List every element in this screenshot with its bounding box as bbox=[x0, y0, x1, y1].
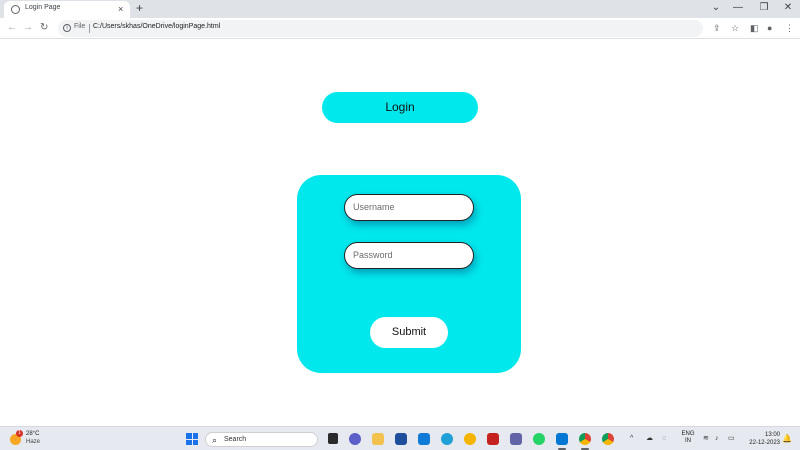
menu-kebab-icon[interactable]: ⋮ bbox=[785, 23, 794, 33]
battery-icon[interactable]: ▭ bbox=[728, 434, 735, 444]
file-explorer-icon[interactable] bbox=[372, 433, 384, 445]
info-icon[interactable]: i bbox=[63, 24, 71, 32]
language-code: ENG bbox=[681, 431, 695, 437]
submit-button[interactable]: Submit bbox=[370, 317, 448, 348]
task-view-icon[interactable] bbox=[328, 433, 338, 444]
reload-button[interactable]: ↻ bbox=[40, 22, 48, 34]
norton-icon[interactable] bbox=[464, 433, 476, 445]
globe-icon bbox=[11, 5, 20, 14]
taskbar-search[interactable]: ⌕ Search bbox=[205, 432, 318, 447]
system-clock[interactable]: 13:00 22-12-2023 bbox=[744, 431, 780, 447]
whatsapp-icon[interactable] bbox=[533, 433, 545, 445]
new-tab-button[interactable]: + bbox=[136, 2, 143, 14]
minimize-button[interactable]: — bbox=[730, 2, 746, 14]
start-icon[interactable] bbox=[186, 433, 198, 445]
network-cloud-icon[interactable]: ◌ bbox=[662, 434, 666, 444]
browser-toolbar: ← → ↻ i File C:/Users/skhas/OneDrive/log… bbox=[0, 18, 800, 39]
weather-badge: 1 bbox=[16, 430, 23, 437]
tab-search-icon[interactable]: ⌄ bbox=[708, 2, 724, 14]
login-form-card: Username Password Submit bbox=[297, 175, 521, 373]
language-indicator[interactable]: ENG IN bbox=[681, 431, 695, 445]
weather-description[interactable]: Haze bbox=[26, 439, 40, 445]
forward-button[interactable]: → bbox=[23, 22, 33, 34]
tab-title: Login Page bbox=[25, 4, 61, 11]
search-label: Search bbox=[224, 436, 247, 443]
volume-icon[interactable]: ♪ bbox=[715, 434, 719, 444]
clock-time: 13:00 bbox=[764, 432, 780, 438]
address-bar[interactable]: i File C:/Users/skhas/OneDrive/loginPage… bbox=[58, 20, 703, 37]
chevron-up-icon[interactable]: ^ bbox=[630, 434, 633, 444]
share-icon[interactable]: ⇪ bbox=[713, 23, 721, 33]
login-heading: Login bbox=[322, 92, 478, 123]
weather-temperature[interactable]: 28°C bbox=[26, 431, 39, 437]
back-button[interactable]: ← bbox=[7, 22, 17, 34]
teams-icon[interactable] bbox=[510, 433, 522, 445]
weather-app-icon[interactable] bbox=[418, 433, 430, 445]
browser-tab[interactable]: Login Page × bbox=[4, 1, 130, 18]
tab-close-icon[interactable]: × bbox=[118, 3, 123, 15]
wifi-icon[interactable]: ≋ bbox=[703, 434, 709, 444]
address-scheme-label: File bbox=[74, 23, 86, 30]
vscode-icon[interactable] bbox=[556, 433, 568, 445]
side-panel-icon[interactable]: ◧ bbox=[750, 23, 759, 33]
profile-icon[interactable]: ● bbox=[767, 23, 772, 33]
browser-tab-strip: Login Page × + ⌄ — ❐ ✕ bbox=[0, 0, 800, 18]
password-input[interactable]: Password bbox=[344, 242, 474, 269]
maximize-button[interactable]: ❐ bbox=[756, 2, 772, 14]
windows-taskbar: 1 28°C Haze ⌕ Search ^ ☁ ◌ ENG IN ≋ ♪ ▭ … bbox=[0, 426, 800, 450]
bookmark-star-icon[interactable]: ☆ bbox=[731, 23, 739, 33]
store-icon[interactable] bbox=[395, 433, 407, 445]
clock-date: 22-12-2023 bbox=[749, 440, 780, 446]
onedrive-icon[interactable]: ☁ bbox=[646, 434, 653, 444]
username-input[interactable]: Username bbox=[344, 194, 474, 221]
edge-icon[interactable] bbox=[441, 433, 453, 445]
chrome-icon[interactable] bbox=[579, 433, 591, 445]
chat-icon[interactable] bbox=[349, 433, 361, 445]
language-region: IN bbox=[685, 438, 691, 444]
address-url[interactable]: C:/Users/skhas/OneDrive/loginPage.html bbox=[93, 23, 220, 30]
address-divider bbox=[89, 24, 90, 33]
chrome-profile-icon[interactable] bbox=[602, 433, 614, 445]
close-window-button[interactable]: ✕ bbox=[780, 2, 796, 14]
notification-bell-icon[interactable]: 🔔 bbox=[782, 434, 792, 444]
search-icon: ⌕ bbox=[212, 435, 218, 445]
mcafee-icon[interactable] bbox=[487, 433, 499, 445]
